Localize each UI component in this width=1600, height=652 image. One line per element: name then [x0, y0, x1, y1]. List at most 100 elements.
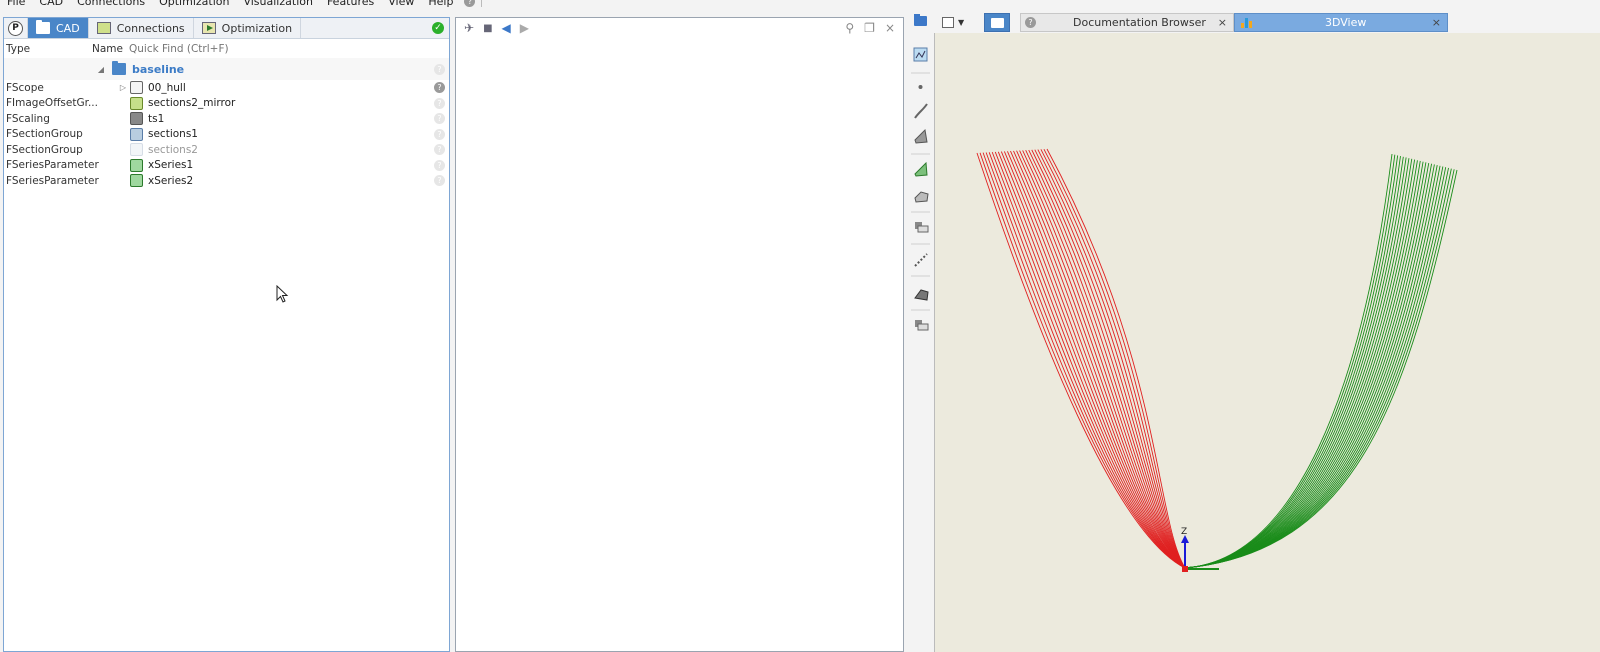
green-curve: [1184, 159, 1416, 569]
curve-icon[interactable]: [914, 103, 928, 119]
close-icon[interactable]: ×: [1432, 16, 1441, 29]
vertical-toolbar: [907, 12, 934, 652]
copy-icon[interactable]: ❐: [864, 21, 875, 35]
point-icon[interactable]: [918, 85, 923, 89]
image-offset-group-icon: [130, 96, 143, 110]
expand-arrow-icon[interactable]: ▷: [116, 83, 130, 92]
mouse-cursor-icon: [276, 285, 289, 303]
3d-canvas[interactable]: Z: [935, 33, 1600, 652]
project-badge-tab[interactable]: P: [4, 18, 28, 38]
middle-panel: ✈ ■ ◀ ▶ ⚲ ❐ ×: [455, 17, 904, 652]
menu-help[interactable]: Help: [421, 0, 460, 8]
menu-connections[interactable]: Connections: [70, 0, 152, 8]
folder-icon[interactable]: [914, 14, 927, 26]
menu-cad[interactable]: CAD: [32, 0, 70, 8]
check-circle-icon: ✓: [432, 22, 444, 34]
help-icon[interactable]: ?: [434, 82, 445, 94]
tree-row[interactable]: FSeriesParameter xSeries2?: [4, 173, 449, 189]
section-group-icon: [130, 143, 143, 157]
green-curve: [1184, 168, 1452, 569]
menu-separator: [481, 0, 483, 7]
close-icon[interactable]: ×: [885, 21, 895, 35]
stop-icon[interactable]: ■: [483, 23, 492, 34]
close-icon[interactable]: ×: [1218, 16, 1227, 29]
menu-visualization[interactable]: Visualization: [236, 0, 319, 8]
row-type: FScaling: [6, 112, 50, 125]
help-icon[interactable]: ?: [434, 144, 445, 156]
row-type: FSeriesParameter: [6, 159, 99, 172]
chevron-down-icon: ▼: [958, 18, 965, 27]
middle-toolbar-right: ⚲ ❐ ×: [845, 21, 895, 35]
tree-row[interactable]: FSectionGroup sections2?: [4, 142, 449, 158]
tab-optimization-label: Optimization: [221, 21, 293, 35]
help-icon[interactable]: ?: [434, 175, 445, 187]
solid-icon[interactable]: [914, 191, 929, 203]
green-curve: [1184, 154, 1396, 569]
dotted-line-icon[interactable]: [914, 253, 928, 267]
red-curve: [1025, 150, 1186, 569]
monitor-icon: [96, 22, 111, 34]
help-icon[interactable]: ?: [434, 159, 445, 171]
row-name: sections2_mirror: [148, 97, 236, 110]
transform-icon[interactable]: [915, 320, 929, 331]
folder-icon: [36, 20, 50, 34]
offset-icon[interactable]: [914, 289, 929, 301]
scaling-icon[interactable]: [915, 222, 929, 233]
folder-tab-button[interactable]: [984, 13, 1010, 32]
forward-arrow-icon[interactable]: ▶: [520, 21, 529, 35]
row-name: 00_hull: [148, 81, 186, 94]
object-tree: ◢ baseline ? FScope ▷ 00_hull? FImageOffset…: [4, 58, 449, 189]
row-type: FSectionGroup: [6, 128, 83, 141]
right-tab-bar: ▼ ? Documentation Browser × 3DView ×: [934, 12, 1600, 33]
help-icon[interactable]: ?: [434, 113, 445, 125]
row-name: xSeries2: [148, 174, 194, 187]
layout-dropdown[interactable]: ▼: [942, 13, 974, 32]
series-parameter-icon: [130, 158, 143, 172]
column-name[interactable]: Name: [92, 43, 129, 55]
column-type[interactable]: Type: [4, 43, 92, 55]
layout-grid-icon: [942, 17, 954, 28]
tab-optimization[interactable]: Optimization: [194, 18, 302, 38]
help-icon[interactable]: ?: [434, 128, 445, 140]
section-group-icon: [130, 127, 143, 141]
tree-row[interactable]: FScaling ts1?: [4, 111, 449, 127]
3d-viewport[interactable]: Z: [934, 33, 1600, 652]
pin-icon[interactable]: ✈: [464, 21, 474, 35]
image-icon[interactable]: [913, 47, 928, 62]
menu-view[interactable]: View: [381, 0, 421, 8]
red-curve: [1007, 151, 1186, 569]
surface-icon[interactable]: [914, 128, 928, 144]
column-header: Type Name: [4, 39, 449, 58]
tree-row[interactable]: FScope ▷ 00_hull?: [4, 80, 449, 96]
series-parameter-icon: [130, 174, 143, 188]
red-curve: [991, 151, 1186, 569]
search-icon[interactable]: ⚲: [845, 21, 854, 35]
tree-root-baseline[interactable]: ◢ baseline ?: [4, 58, 449, 80]
green-curve: [1184, 167, 1447, 569]
tree-row[interactable]: FSeriesParameter xSeries1?: [4, 158, 449, 174]
tab-3dview[interactable]: 3DView ×: [1234, 13, 1448, 32]
row-type: FSectionGroup: [6, 143, 83, 156]
tab-connections[interactable]: Connections: [89, 18, 194, 38]
row-name: sections2: [148, 143, 198, 156]
menu-file[interactable]: File: [0, 0, 32, 8]
menu-optimization[interactable]: Optimization: [152, 0, 236, 8]
row-type: FScope: [6, 81, 44, 94]
help-icon[interactable]: ?: [434, 97, 445, 109]
tab-cad[interactable]: CAD: [28, 18, 89, 38]
quick-find-input[interactable]: [129, 40, 449, 57]
tab-connections-label: Connections: [116, 21, 185, 35]
help-icon[interactable]: ?: [464, 0, 476, 7]
collapse-arrow-icon[interactable]: ◢: [94, 65, 108, 74]
scope-icon: [130, 81, 143, 95]
tab-documentation-browser[interactable]: ? Documentation Browser ×: [1020, 13, 1234, 32]
chart-icon: [1241, 17, 1252, 28]
help-icon[interactable]: ?: [434, 63, 445, 75]
folder-icon: [991, 17, 1004, 28]
tree-row[interactable]: FSectionGroup sections1?: [4, 127, 449, 143]
menu-features[interactable]: Features: [320, 0, 381, 8]
tree-row[interactable]: FImageOffsetGr... sections2_mirror?: [4, 96, 449, 112]
green-section-curves: [1184, 153, 1458, 569]
green-surface-icon[interactable]: [914, 161, 928, 177]
back-arrow-icon[interactable]: ◀: [502, 21, 511, 35]
